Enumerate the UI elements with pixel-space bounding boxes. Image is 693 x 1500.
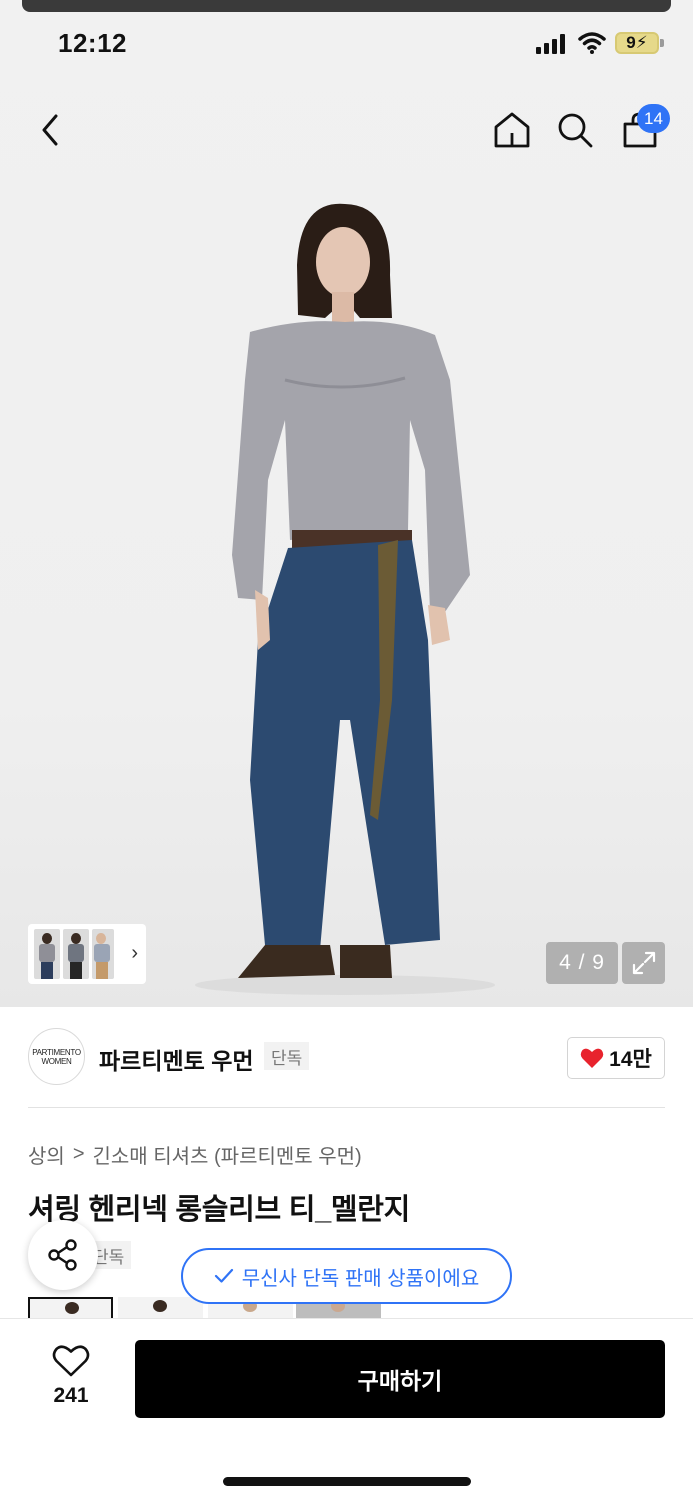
thumbnail-2[interactable] bbox=[63, 929, 89, 979]
home-button[interactable] bbox=[482, 95, 542, 165]
product-title: 셔링 헨리넥 롱슬리브 티_멜란지 bbox=[28, 1194, 411, 1226]
thumbnail-1[interactable] bbox=[34, 929, 60, 979]
variant-thumbnail[interactable] bbox=[118, 1297, 203, 1319]
divider bbox=[28, 1107, 665, 1108]
search-icon bbox=[558, 113, 593, 148]
thumbnail-3[interactable] bbox=[92, 929, 114, 979]
wishlist-count: 241 bbox=[53, 1384, 89, 1407]
brand-logo-line2: WOMEN bbox=[41, 1056, 72, 1066]
back-chevron-icon bbox=[42, 114, 58, 146]
brand-row: PARTIMENTO WOMEN 파르티멘토 우먼 단독 14만 bbox=[28, 1028, 665, 1086]
expand-icon bbox=[632, 951, 655, 975]
image-thumbnail-strip[interactable]: › bbox=[28, 924, 146, 984]
home-icon bbox=[494, 112, 530, 148]
heart-filled-icon bbox=[580, 1048, 604, 1068]
cart-count-badge: 14 bbox=[637, 104, 670, 133]
back-button[interactable] bbox=[20, 95, 80, 165]
variant-thumbnail[interactable] bbox=[28, 1297, 113, 1319]
share-icon bbox=[48, 1239, 77, 1271]
status-bar: 12:12 9 ⚡ bbox=[0, 0, 693, 90]
status-time: 12:12 bbox=[58, 28, 127, 58]
brand-like-count: 14만 bbox=[609, 1048, 652, 1071]
home-indicator[interactable] bbox=[223, 1477, 471, 1486]
breadcrumb-separator: > bbox=[72, 1143, 85, 1165]
brand-logo[interactable]: PARTIMENTO WOMEN bbox=[28, 1028, 85, 1085]
search-button[interactable] bbox=[545, 95, 605, 165]
battery-cap bbox=[660, 39, 664, 47]
buy-button[interactable]: 구매하기 bbox=[135, 1340, 665, 1418]
exclusive-sale-tooltip: 무신사 단독 판매 상품이에요 bbox=[181, 1248, 512, 1304]
share-button[interactable] bbox=[28, 1220, 98, 1290]
top-bezel bbox=[22, 0, 671, 12]
breadcrumb: 상의 > 긴소매 티셔츠 (파르티멘토 우먼) bbox=[28, 1140, 362, 1169]
cellular-signal-icon bbox=[536, 34, 565, 54]
brand-name[interactable]: 파르티멘토 우먼 bbox=[99, 1042, 254, 1076]
brand-logo-line1: PARTIMENTO bbox=[32, 1047, 81, 1057]
battery-level: 9 bbox=[626, 33, 636, 52]
fullscreen-button[interactable] bbox=[622, 942, 665, 984]
battery-icon: 9 ⚡ bbox=[615, 32, 659, 54]
exclusive-sale-text: 무신사 단독 판매 상품이에요 bbox=[241, 1267, 480, 1290]
breadcrumb-category[interactable]: 상의 bbox=[28, 1140, 65, 1169]
checkmark-icon bbox=[214, 1268, 233, 1283]
image-counter: 4 / 9 bbox=[546, 942, 618, 984]
heart-outline-icon[interactable] bbox=[52, 1344, 90, 1378]
breadcrumb-subcategory[interactable]: 긴소매 티셔츠 (파르티멘토 우먼) bbox=[93, 1140, 362, 1169]
brand-exclusive-tag: 단독 bbox=[264, 1042, 310, 1070]
charging-bolt-icon: ⚡ bbox=[635, 33, 648, 52]
chevron-right-icon: › bbox=[131, 942, 138, 964]
wifi-icon bbox=[578, 32, 606, 54]
brand-like-button[interactable]: 14만 bbox=[567, 1037, 665, 1079]
top-navigation bbox=[0, 95, 693, 165]
